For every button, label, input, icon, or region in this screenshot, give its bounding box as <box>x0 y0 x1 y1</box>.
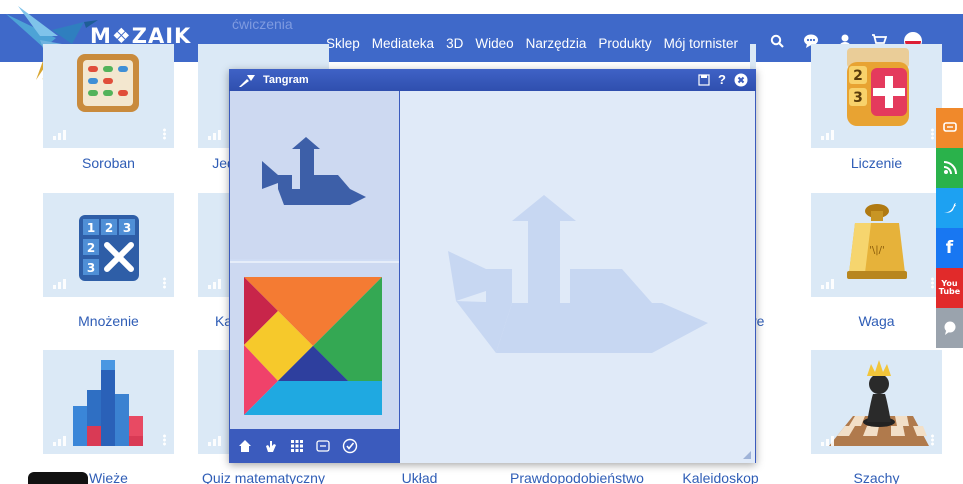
signal-icon <box>53 436 66 446</box>
tangram-canvas[interactable] <box>400 91 755 463</box>
rss-share-button[interactable] <box>936 148 963 188</box>
signal-icon <box>821 436 834 446</box>
tile-waga[interactable]: '\|/' <box>811 193 942 297</box>
help-icon <box>944 321 955 335</box>
hand-icon[interactable] <box>264 439 278 453</box>
main-nav: Sklep Mediateka 3D Wideo Narzędzia Produ… <box>326 36 738 51</box>
more-options-icon[interactable] <box>931 434 934 446</box>
tangram-pieces-square[interactable] <box>230 261 399 429</box>
more-options-icon[interactable] <box>163 277 166 289</box>
tile-label-soroban[interactable]: Soroban <box>43 155 174 171</box>
check-icon[interactable] <box>342 438 358 454</box>
video-thumbnail[interactable] <box>28 472 88 484</box>
more-options-icon[interactable] <box>931 128 934 140</box>
list-icon[interactable] <box>316 439 330 453</box>
resize-grip-icon[interactable] <box>743 451 751 459</box>
target-shape-preview[interactable] <box>230 91 399 259</box>
tile-label-liczenie[interactable]: Liczenie <box>811 155 942 171</box>
tangram-titlebar[interactable]: Tangram ? <box>229 69 756 91</box>
svg-text:2: 2 <box>105 221 113 235</box>
twitter-share-button[interactable] <box>936 188 963 228</box>
signal-icon <box>821 279 834 289</box>
more-options-icon[interactable] <box>163 434 166 446</box>
signal-icon <box>821 130 834 140</box>
tile-soroban[interactable] <box>43 44 174 148</box>
signal-icon <box>53 279 66 289</box>
nav-3d[interactable]: 3D <box>446 36 463 51</box>
signal-icon <box>208 436 221 446</box>
twitter-icon <box>943 203 956 213</box>
tile-liczenie[interactable]: 2 3 <box>811 44 942 148</box>
signal-icon <box>208 130 221 140</box>
tile-label-waga[interactable]: Waga <box>811 313 942 329</box>
tangram-side-panel <box>230 91 399 463</box>
tangram-window[interactable]: Tangram ? <box>229 69 756 463</box>
window-controls: ? <box>698 72 748 87</box>
home-icon[interactable] <box>238 439 252 453</box>
nav-produkty[interactable]: Produkty <box>598 36 651 51</box>
youtube-share-button[interactable]: You Tube <box>936 268 963 308</box>
boat-silhouette-icon <box>262 137 366 205</box>
tile-label-mnozenie[interactable]: Mnożenie <box>43 313 174 329</box>
facebook-share-button[interactable]: f <box>936 228 963 268</box>
help-icon[interactable]: ? <box>718 72 726 87</box>
more-options-icon[interactable] <box>163 128 166 140</box>
svg-text:3: 3 <box>853 90 863 106</box>
tangram-toolbar <box>230 429 399 463</box>
rss-icon <box>943 161 957 175</box>
page: ćwiczenia M❖ZAIK Sklep Mediateka 3D Wide… <box>0 0 963 484</box>
comment-icon <box>942 122 957 132</box>
comment-share-button[interactable] <box>936 108 963 148</box>
save-icon[interactable] <box>698 73 710 86</box>
svg-text:'\|/': '\|/' <box>869 245 885 256</box>
tile-wieze[interactable] <box>43 350 174 454</box>
signal-icon <box>208 279 221 289</box>
faded-page-title: ćwiczenia <box>232 16 293 32</box>
svg-text:3: 3 <box>123 221 131 235</box>
svg-text:3: 3 <box>87 261 95 275</box>
help-share-button[interactable] <box>936 308 963 348</box>
tile-label-kaleidoskop[interactable]: Kaleidoskop <box>655 470 786 484</box>
nav-narzedzia[interactable]: Narzędzia <box>526 36 587 51</box>
nav-moj-tornister[interactable]: Mój tornister <box>664 36 738 51</box>
nav-wideo[interactable]: Wideo <box>475 36 513 51</box>
nav-mediateka[interactable]: Mediateka <box>372 36 434 51</box>
nav-sklep[interactable]: Sklep <box>326 36 360 51</box>
tangram-logo-icon <box>239 75 255 87</box>
tile-label-quiz[interactable]: Quiz matematyczny <box>198 470 329 484</box>
search-icon[interactable] <box>768 32 786 50</box>
more-options-icon[interactable] <box>931 277 934 289</box>
youtube-icon: You Tube <box>938 279 961 296</box>
tile-label-szachy[interactable]: Szachy <box>811 470 942 484</box>
svg-text:1: 1 <box>87 221 95 235</box>
facebook-icon: f <box>945 238 954 258</box>
tile-label-prawdopodobienstwo[interactable]: Prawdopodobieństwo <box>510 470 644 484</box>
svg-text:2: 2 <box>87 241 95 255</box>
tile-label-uklad[interactable]: Układ <box>354 470 485 484</box>
boat-target-outline <box>448 195 708 353</box>
tile-mnozenie[interactable]: 1 2 3 2 3 <box>43 193 174 297</box>
close-icon[interactable] <box>734 73 748 87</box>
signal-icon <box>53 130 66 140</box>
grid-icon[interactable] <box>290 439 304 453</box>
svg-text:2: 2 <box>853 68 863 84</box>
tangram-pieces-icon <box>244 277 382 415</box>
tangram-title: Tangram <box>263 74 309 86</box>
tile-szachy[interactable] <box>811 350 942 454</box>
